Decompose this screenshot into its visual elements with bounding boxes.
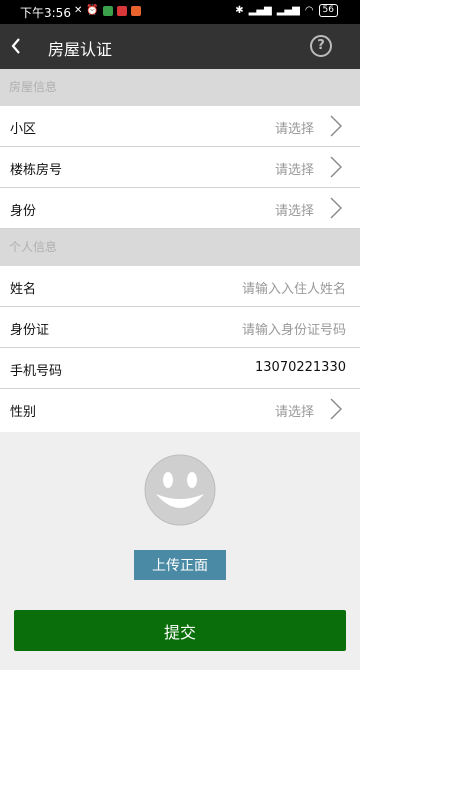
row-name: 姓名 请输入入住人姓名: [0, 266, 360, 307]
section-personal-info: 个人信息: [0, 229, 360, 266]
smiley-avatar-icon[interactable]: [144, 454, 216, 526]
wifi-icon: ◠: [304, 5, 314, 16]
signal-icon: ▂▄▆: [276, 5, 300, 16]
row-value: 请选择: [274, 122, 314, 137]
row-value: 请选择: [274, 163, 314, 178]
row-id-card: 身份证 请输入身份证号码: [0, 307, 360, 348]
upload-area: 上传正面 提交: [0, 432, 360, 670]
row-identity[interactable]: 身份 请选择: [0, 188, 360, 229]
row-label: 身份: [10, 204, 37, 219]
row-phone: 手机号码 13070221330: [0, 348, 360, 389]
row-label: 性别: [10, 405, 37, 420]
alarm-icon: ⏰: [86, 5, 99, 16]
row-community[interactable]: 小区 请选择: [0, 106, 360, 147]
row-label: 小区: [10, 122, 37, 137]
mute-icon: ✕: [74, 5, 83, 16]
chevron-right-icon: [330, 197, 342, 223]
app-bar: 房屋认证 ?: [0, 24, 360, 69]
chevron-right-icon: [330, 398, 342, 424]
bluetooth-icon: ✱: [235, 5, 244, 16]
section-title: 房屋信息: [9, 80, 58, 94]
chevron-right-icon: [330, 115, 342, 141]
row-label: 姓名: [10, 282, 37, 297]
submit-button[interactable]: 提交: [14, 610, 346, 651]
section-house-info: 房屋信息: [0, 69, 360, 106]
back-arrow-icon[interactable]: [10, 36, 22, 60]
battery-icon: 56: [318, 4, 338, 17]
row-value: 请选择: [274, 405, 314, 420]
status-bar: 下午3:56 ✕ ⏰ ✱ ▂▄▆ ▂▄▆ ◠ 56: [0, 0, 360, 24]
id-card-input[interactable]: 请输入身份证号码: [242, 319, 346, 338]
page-title: 房屋认证: [48, 40, 113, 59]
status-time: 下午3:56: [20, 6, 71, 20]
row-value: 请选择: [274, 204, 314, 219]
notification-icons: ✕ ⏰: [74, 5, 141, 16]
upload-front-button[interactable]: 上传正面: [134, 550, 226, 580]
row-label: 楼栋房号: [10, 163, 63, 178]
signal-icon: ▂▄▆: [248, 5, 272, 16]
row-label: 手机号码: [10, 364, 63, 379]
row-label: 身份证: [10, 323, 50, 338]
chevron-right-icon: [330, 156, 342, 182]
app-notification-icon: [116, 5, 127, 16]
screen: 下午3:56 ✕ ⏰ ✱ ▂▄▆ ▂▄▆ ◠ 56 房屋认证 ? 房屋信息 小区…: [0, 0, 360, 800]
app-notification-icon: [130, 5, 141, 16]
help-icon[interactable]: ?: [310, 35, 332, 57]
phone-input[interactable]: 13070221330: [255, 360, 346, 375]
name-input[interactable]: 请输入入住人姓名: [242, 278, 346, 297]
app-notification-icon: [102, 5, 113, 16]
section-title: 个人信息: [9, 240, 58, 254]
system-icons: ✱ ▂▄▆ ▂▄▆ ◠ 56: [235, 4, 338, 17]
row-building-room[interactable]: 楼栋房号 请选择: [0, 147, 360, 188]
row-gender[interactable]: 性别 请选择: [0, 389, 360, 429]
